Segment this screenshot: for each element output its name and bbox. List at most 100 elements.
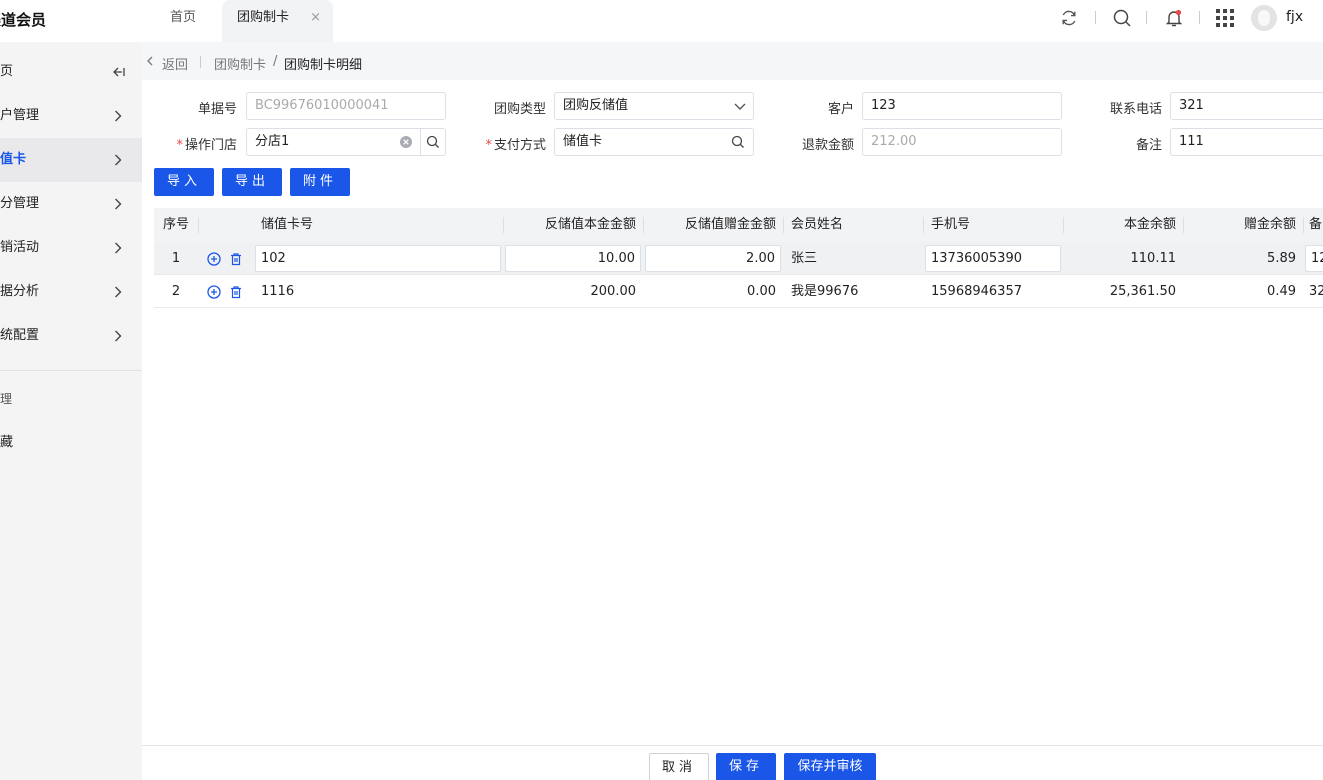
- sidebar-item-label: 积分管理: [0, 196, 40, 211]
- extra-input[interactable]: 12: [1305, 245, 1323, 272]
- chevron-right-icon: [115, 286, 122, 298]
- sidebar-item-favorites[interactable]: 收藏: [0, 431, 13, 450]
- order-no-field: BC99676010000041: [246, 92, 446, 120]
- principal-input[interactable]: 10.00: [505, 245, 641, 272]
- mobile-input[interactable]: 13736005390: [925, 245, 1061, 272]
- sidebar-item-label: 储值卡: [0, 152, 27, 167]
- table-header: 序号 储值卡号 反储值本金金额 反储值赠金金额 会员姓名 手机号 本金余额 赠金…: [154, 208, 1323, 242]
- sidebar-section-label: 管理: [0, 392, 13, 406]
- group-type-select[interactable]: 团购反储值: [554, 92, 754, 120]
- divider: [200, 56, 201, 68]
- store-label: * 操作门店: [142, 134, 237, 153]
- pay-method-field[interactable]: 储值卡: [554, 128, 754, 156]
- sidebar-item-marketing[interactable]: 营销活动: [0, 226, 142, 270]
- col-header-principal: 反储值本金金额: [544, 217, 636, 232]
- tab-close-icon[interactable]: ×: [310, 0, 321, 36]
- order-no-label: 单据号: [197, 102, 237, 117]
- table-row[interactable]: 2 1116 200.00 0.00 我是99676 15968946357 2…: [154, 275, 1323, 308]
- sidebar: 首页 客户管理 储值卡 积分管理 营销活动 数据分析 系统配置: [0, 42, 142, 780]
- col-header-mobile: 手机号: [931, 217, 971, 232]
- back-chevron-icon[interactable]: [146, 56, 154, 66]
- breadcrumb-separator: /: [273, 54, 278, 69]
- member-name: 张三: [791, 251, 818, 266]
- export-button[interactable]: 导出: [222, 168, 282, 196]
- group-type-value: 团购反储值: [563, 98, 629, 113]
- col-header-extra: 备: [1309, 217, 1323, 232]
- pay-method-label: * 支付方式: [452, 134, 546, 153]
- sidebar-item-label: 数据分析: [0, 284, 40, 299]
- gift-balance: 5.89: [1267, 251, 1296, 266]
- search-icon[interactable]: [426, 135, 440, 149]
- gift-input[interactable]: 2.00: [645, 245, 781, 272]
- card-no: 1116: [261, 284, 295, 299]
- col-header-card-no: 储值卡号: [261, 217, 314, 232]
- breadcrumb: 返回 团购制卡 / 团购制卡明细: [142, 42, 1323, 80]
- phone-label: 联系电话: [1109, 102, 1162, 117]
- main-content: 单据号 BC99676010000041 团购类型 团购反储值 客户 123 联…: [142, 80, 1323, 745]
- add-row-icon[interactable]: [207, 252, 221, 266]
- delete-row-icon[interactable]: [229, 285, 243, 299]
- sidebar-item-customer[interactable]: 客户管理: [0, 94, 142, 138]
- breadcrumb-parent[interactable]: 团购制卡: [214, 54, 266, 73]
- sidebar-item-home[interactable]: 首页: [0, 50, 142, 94]
- col-header-gift: 反储值赠金金额: [684, 217, 776, 232]
- sidebar-item-settings[interactable]: 系统配置: [0, 314, 142, 358]
- avatar[interactable]: [1251, 5, 1277, 31]
- import-button[interactable]: 导入: [154, 168, 214, 196]
- save-and-audit-button[interactable]: 保存并审核: [784, 753, 876, 780]
- sidebar-item-label: 营销活动: [0, 240, 40, 255]
- required-mark: *: [176, 138, 183, 153]
- chevron-right-icon: [115, 330, 122, 342]
- save-button[interactable]: 保存: [716, 753, 776, 780]
- customer-field[interactable]: 123: [862, 92, 1062, 120]
- chevron-right-icon: [115, 110, 122, 122]
- divider: [1095, 11, 1096, 24]
- sidebar-item-label: 首页: [0, 64, 14, 79]
- tab-group-card[interactable]: 团购制卡 ×: [222, 0, 333, 42]
- search-icon[interactable]: [731, 135, 745, 149]
- extra: 32: [1309, 284, 1323, 299]
- breadcrumb-current: 团购制卡明细: [284, 58, 363, 73]
- refund-field: 212.00: [862, 128, 1062, 156]
- divider: [1146, 11, 1147, 24]
- chevron-right-icon: [115, 154, 122, 166]
- store-value: 分店1: [255, 134, 290, 149]
- mobile: 15968946357: [931, 284, 1022, 299]
- col-header-principal-balance: 本金余额: [1123, 217, 1176, 232]
- sidebar-item-stored-card[interactable]: 储值卡: [0, 138, 142, 182]
- refund-label: 退款金额: [801, 138, 854, 153]
- table-row[interactable]: 1 102 10.00 2.00 张三 13736005390 110.11 5…: [154, 242, 1323, 275]
- sidebar-divider: [0, 370, 142, 371]
- chevron-down-icon: [734, 103, 746, 110]
- row-no: 2: [171, 284, 181, 299]
- back-link[interactable]: 返回: [162, 54, 188, 73]
- member-name: 我是99676: [791, 284, 859, 299]
- attachment-button[interactable]: 附件: [290, 168, 350, 196]
- refresh-icon[interactable]: [1059, 8, 1079, 28]
- app-root: 渠道会员 首页 团购制卡 ×: [0, 0, 1323, 780]
- chevron-right-icon: [115, 242, 122, 254]
- collapse-sidebar-icon[interactable]: [112, 65, 126, 79]
- username[interactable]: fjx: [1286, 9, 1303, 25]
- remark-field[interactable]: 111: [1170, 128, 1323, 156]
- footer-bar: 取消 保存 保存并审核: [142, 745, 1323, 780]
- apps-grid-icon[interactable]: [1215, 8, 1235, 28]
- clear-icon[interactable]: [399, 135, 413, 149]
- sidebar-item-analytics[interactable]: 数据分析: [0, 270, 142, 314]
- search-icon[interactable]: [1112, 8, 1132, 28]
- col-header-no: 序号: [163, 217, 190, 232]
- cancel-button[interactable]: 取消: [649, 753, 709, 780]
- card-no-input[interactable]: 102: [255, 245, 501, 272]
- app-title: 渠道会员: [0, 11, 47, 29]
- phone-field[interactable]: 321: [1170, 92, 1323, 120]
- delete-row-icon[interactable]: [229, 252, 243, 266]
- tab-home[interactable]: 首页: [170, 0, 196, 42]
- remark-label: 备注: [1135, 138, 1162, 153]
- col-header-member-name: 会员姓名: [791, 217, 844, 232]
- sidebar-item-points[interactable]: 积分管理: [0, 182, 142, 226]
- bell-icon[interactable]: [1164, 8, 1184, 28]
- group-type-label: 团购类型: [493, 102, 546, 117]
- add-row-icon[interactable]: [207, 285, 221, 299]
- customer-label: 客户: [827, 102, 854, 117]
- store-field[interactable]: 分店1: [246, 128, 446, 156]
